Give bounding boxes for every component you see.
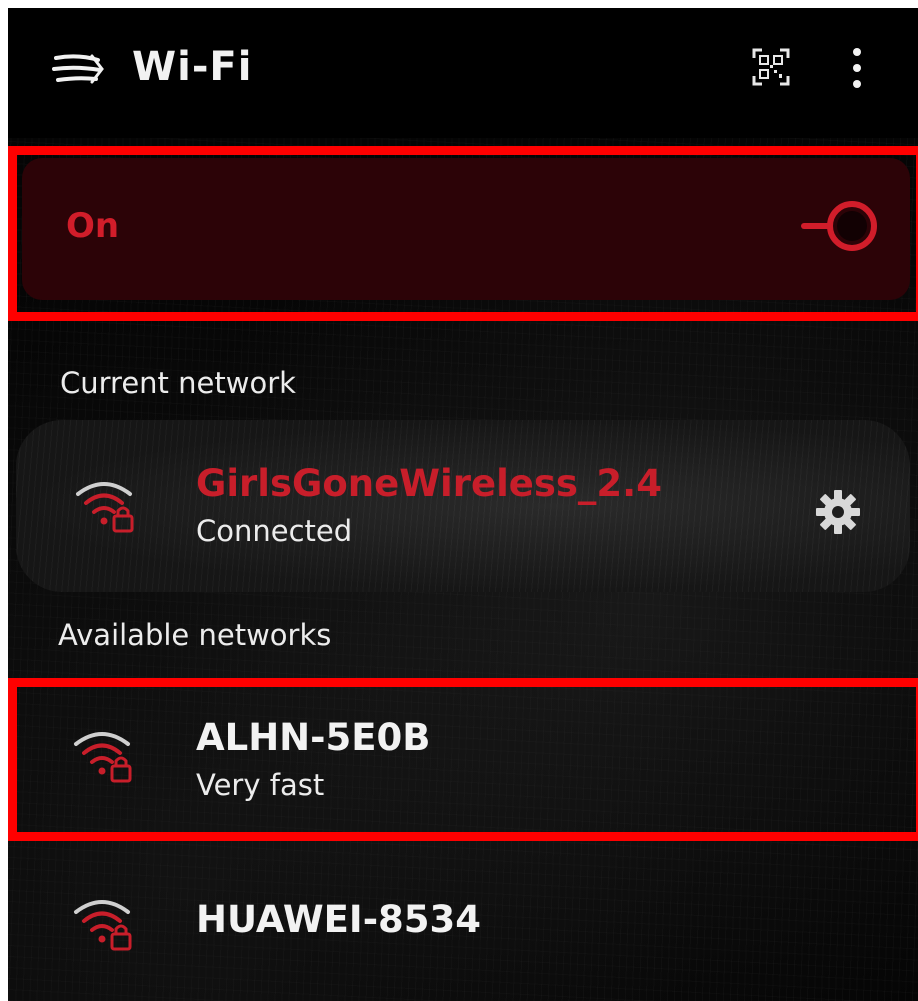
gear-icon[interactable] — [814, 488, 862, 536]
top-app-bar: Wi-Fi — [8, 8, 918, 138]
current-network-status: Connected — [196, 514, 353, 548]
network-row[interactable] — [16, 686, 918, 820]
menu-icon[interactable] — [52, 52, 104, 86]
network-speed: Very fast — [196, 768, 325, 802]
wifi-settings-screen: Wi-Fi On Current network GirlsGoneWirele… — [8, 8, 918, 1001]
qr-code-scan-icon[interactable] — [752, 48, 790, 86]
network-name: ALHN-5E0B — [196, 716, 431, 759]
current-network-name: GirlsGoneWireless_2.4 — [196, 462, 662, 505]
section-header-available: Available networks — [58, 618, 332, 652]
wifi-toggle-row[interactable]: On — [22, 158, 910, 300]
network-name: HUAWEI-8534 — [196, 898, 482, 941]
section-header-current: Current network — [60, 366, 296, 400]
wifi-toggle-switch[interactable] — [800, 196, 882, 256]
page-title: Wi-Fi — [132, 44, 253, 90]
wifi-lock-icon — [76, 482, 134, 533]
wifi-toggle-label: On — [66, 206, 120, 246]
more-vertical-icon[interactable] — [842, 44, 872, 92]
wifi-lock-icon — [74, 732, 132, 783]
current-network-card[interactable] — [16, 420, 910, 592]
wifi-lock-icon — [74, 900, 132, 951]
